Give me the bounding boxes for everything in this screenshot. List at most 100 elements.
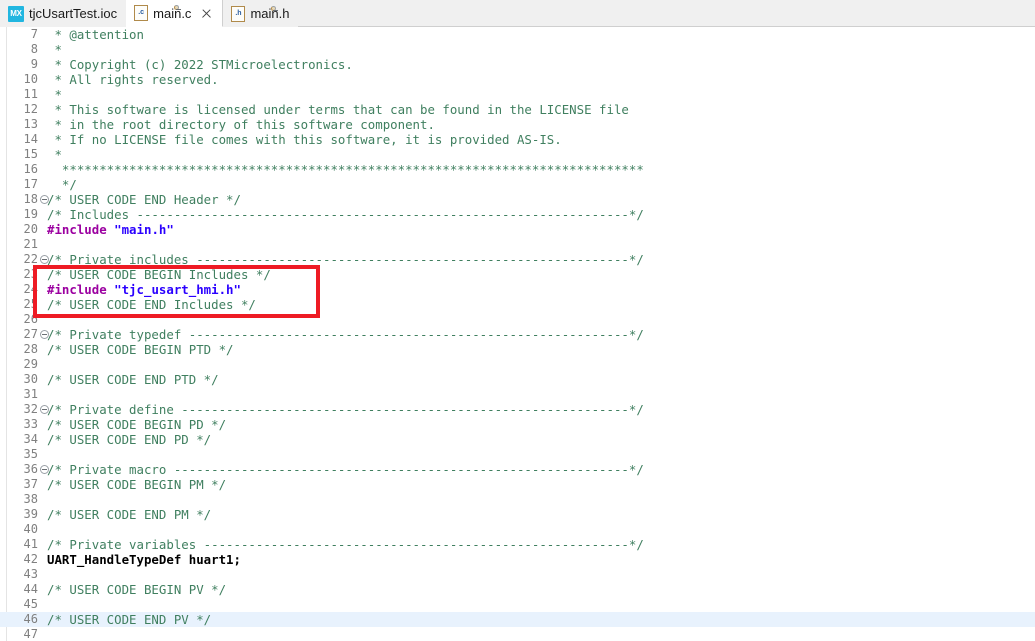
line-number: 13 [0, 117, 38, 132]
code-line[interactable]: 18/* USER CODE END Header */ [0, 192, 1035, 207]
code-text: /* Private macro -----------------------… [47, 462, 644, 477]
code-line[interactable]: 28/* USER CODE BEGIN PTD */ [0, 342, 1035, 357]
file-corner-fold [174, 5, 179, 10]
code-lines-container: 7 * @attention8 *9 * Copyright (c) 2022 … [0, 27, 1035, 641]
code-line[interactable]: 31 [0, 387, 1035, 402]
code-text: /* USER CODE BEGIN PD */ [47, 417, 226, 432]
code-text: /* USER CODE END Header */ [47, 192, 241, 207]
line-number: 42 [0, 552, 38, 567]
code-line[interactable]: 8 * [0, 42, 1035, 57]
code-line[interactable]: 29 [0, 357, 1035, 372]
tab-label: tjcUsartTest.ioc [29, 7, 117, 20]
line-number: 9 [0, 57, 38, 72]
source-editor[interactable]: 7 * @attention8 *9 * Copyright (c) 2022 … [0, 27, 1035, 641]
code-line[interactable]: 19/* Includes --------------------------… [0, 207, 1035, 222]
code-line[interactable]: 9 * Copyright (c) 2022 STMicroelectronic… [0, 57, 1035, 72]
code-line[interactable]: 43 [0, 567, 1035, 582]
code-line[interactable]: 10 * All rights reserved. [0, 72, 1035, 87]
code-text: * Copyright (c) 2022 STMicroelectronics. [47, 57, 353, 72]
code-line[interactable]: 21 [0, 237, 1035, 252]
token-cmt: * [47, 42, 62, 57]
code-line[interactable]: 7 * @attention [0, 27, 1035, 42]
code-line[interactable]: 22/* Private includes ------------------… [0, 252, 1035, 267]
code-line[interactable]: 36/* Private macro ---------------------… [0, 462, 1035, 477]
code-text: /* USER CODE END PV */ [47, 612, 211, 627]
code-line[interactable]: 35 [0, 447, 1035, 462]
token-cmt: /* Private includes --------------------… [47, 252, 644, 267]
code-line[interactable]: 40 [0, 522, 1035, 537]
code-line[interactable]: 14 * If no LICENSE file comes with this … [0, 132, 1035, 147]
line-number: 34 [0, 432, 38, 447]
token-cmt: * in the root directory of this software… [47, 117, 435, 132]
line-number: 23 [0, 267, 38, 282]
code-text: * All rights reserved. [47, 72, 219, 87]
line-number: 45 [0, 597, 38, 612]
line-number: 46 [0, 612, 38, 627]
code-line[interactable]: 20#include "main.h" [0, 222, 1035, 237]
file-ext-label: .c [135, 9, 147, 17]
code-line[interactable]: 15 * [0, 147, 1035, 162]
file-ext-label: .h [232, 10, 244, 18]
token-cmt: /* USER CODE END Header */ [47, 192, 241, 207]
code-line[interactable]: 12 * This software is licensed under ter… [0, 102, 1035, 117]
code-text: /* USER CODE END PM */ [47, 507, 211, 522]
c-file-icon: .c [134, 5, 148, 21]
token-cmt: * @attention [47, 27, 144, 42]
code-line[interactable]: 47 [0, 627, 1035, 641]
line-number: 7 [0, 27, 38, 42]
code-text: /* USER CODE END PD */ [47, 432, 211, 447]
token-plain: UART_HandleTypeDef huart1; [47, 552, 241, 567]
code-text: UART_HandleTypeDef huart1; [47, 552, 241, 567]
code-text: * This software is licensed under terms … [47, 102, 629, 117]
code-line[interactable]: 39/* USER CODE END PM */ [0, 507, 1035, 522]
close-icon[interactable] [200, 7, 213, 20]
code-line[interactable]: 16 *************************************… [0, 162, 1035, 177]
code-line[interactable]: 38 [0, 492, 1035, 507]
tab-main-c[interactable]: .c main.c [126, 0, 223, 27]
code-line[interactable]: 11 * [0, 87, 1035, 102]
line-number: 47 [0, 627, 38, 641]
code-line[interactable]: 42 UART_HandleTypeDef huart1; [0, 552, 1035, 567]
code-text: /* USER CODE BEGIN PV */ [47, 582, 226, 597]
line-number: 32 [0, 402, 38, 417]
token-cmt: * If no LICENSE file comes with this sof… [47, 132, 562, 147]
cubemx-icon: MX [8, 6, 24, 22]
code-text: * If no LICENSE file comes with this sof… [47, 132, 562, 147]
token-cmt: * All rights reserved. [47, 72, 219, 87]
code-line[interactable]: 46 /* USER CODE END PV */ [0, 612, 1035, 627]
code-text: * [47, 42, 62, 57]
code-text: /* Includes ----------------------------… [47, 207, 644, 222]
code-line[interactable]: 23 /* USER CODE BEGIN Includes */ [0, 267, 1035, 282]
line-number: 15 [0, 147, 38, 162]
code-text: /* USER CODE END Includes */ [47, 297, 256, 312]
token-str: "tjc_usart_hmi.h" [114, 282, 241, 297]
code-line[interactable]: 41/* Private variables -----------------… [0, 537, 1035, 552]
token-cmt: */ [47, 177, 77, 192]
code-text: #include "main.h" [47, 222, 174, 237]
tab-main-h[interactable]: .h main.h [223, 0, 298, 27]
code-line[interactable]: 37/* USER CODE BEGIN PM */ [0, 477, 1035, 492]
token-cmt: /* USER CODE BEGIN PTD */ [47, 342, 234, 357]
code-line[interactable]: 13 * in the root directory of this softw… [0, 117, 1035, 132]
line-number: 24 [0, 282, 38, 297]
tab-tjcusarttest-ioc[interactable]: MX tjcUsartTest.ioc [0, 0, 126, 27]
code-line[interactable]: 44/* USER CODE BEGIN PV */ [0, 582, 1035, 597]
code-text: /* USER CODE BEGIN Includes */ [47, 267, 271, 282]
code-line[interactable]: 26 [0, 312, 1035, 327]
token-cmt: /* USER CODE BEGIN PV */ [47, 582, 226, 597]
code-line[interactable]: 17 */ [0, 177, 1035, 192]
line-number: 31 [0, 387, 38, 402]
code-line[interactable]: 24#include "tjc_usart_hmi.h" [0, 282, 1035, 297]
code-text: * [47, 87, 62, 102]
token-cmt: /* USER CODE BEGIN PD */ [47, 417, 226, 432]
tab-label: main.h [250, 7, 289, 20]
code-line[interactable]: 33/* USER CODE BEGIN PD */ [0, 417, 1035, 432]
code-line[interactable]: 32 /* Private define --------------------… [0, 402, 1035, 417]
code-line[interactable]: 34 /* USER CODE END PD */ [0, 432, 1035, 447]
code-line[interactable]: 30/* USER CODE END PTD */ [0, 372, 1035, 387]
code-line[interactable]: 27/* Private typedef -------------------… [0, 327, 1035, 342]
code-line[interactable]: 25/* USER CODE END Includes */ [0, 297, 1035, 312]
token-cmt: /* Private define ----------------------… [47, 402, 644, 417]
token-cmt: * [47, 87, 62, 102]
code-line[interactable]: 45 [0, 597, 1035, 612]
